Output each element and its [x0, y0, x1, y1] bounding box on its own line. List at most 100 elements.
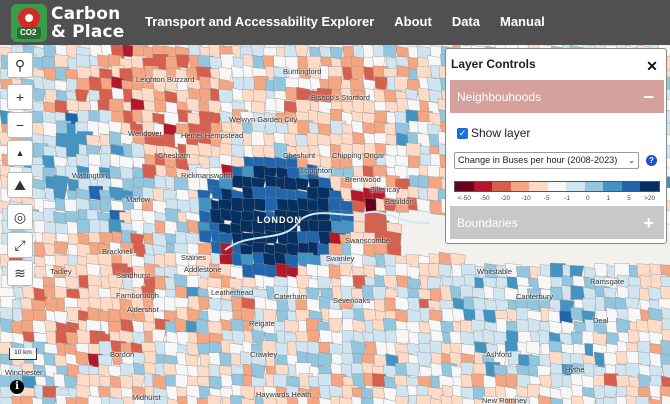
- help-icon[interactable]: ?: [646, 155, 657, 166]
- nav-about[interactable]: About: [394, 14, 432, 29]
- neighbourhood-polygon[interactable]: [185, 97, 200, 112]
- legend-swatch: [473, 182, 493, 191]
- neighbourhood-polygon[interactable]: [394, 395, 410, 404]
- neighbourhood-polygon[interactable]: [395, 329, 410, 344]
- neighbourhood-polygon[interactable]: [207, 99, 222, 114]
- neighbourhood-polygon[interactable]: [75, 53, 91, 69]
- neighbourhood-polygon[interactable]: [42, 396, 57, 404]
- town-label: Leatherhead: [211, 288, 254, 297]
- neighbourhood-polygon[interactable]: [661, 394, 670, 404]
- neighbourhood-polygon[interactable]: [383, 45, 398, 58]
- neighbourhood-polygon[interactable]: [250, 363, 266, 378]
- town-label: Addlestone: [184, 265, 222, 274]
- neighbourhood-polygon[interactable]: [317, 276, 332, 290]
- town-label: Swanley: [326, 254, 355, 263]
- neighbourhood-polygon[interactable]: [151, 328, 166, 343]
- neighbourhood-polygon[interactable]: [65, 331, 79, 346]
- north-arrow-icon[interactable]: ▲: [7, 140, 33, 166]
- neighbourhood-polygon[interactable]: [372, 373, 386, 388]
- neighbourhood-polygon[interactable]: [582, 297, 597, 313]
- top-navbar: CO2 Carbon & Place Transport and Accessa…: [0, 0, 670, 45]
- locate-icon[interactable]: ◎: [7, 204, 33, 230]
- neighbourhood-polygon[interactable]: [374, 76, 389, 91]
- town-label: Welwyn Garden City: [229, 115, 298, 124]
- neighbourhood-polygon[interactable]: [416, 394, 432, 404]
- neighbourhood-polygon[interactable]: [218, 66, 233, 81]
- neighbourhood-polygon[interactable]: [54, 241, 69, 256]
- legend-label: 5: [627, 195, 631, 202]
- app-logo-title[interactable]: Carbon & Place: [51, 5, 125, 41]
- neighbourhood-polygon[interactable]: [460, 362, 475, 376]
- neighbourhood-polygon[interactable]: [647, 286, 662, 301]
- neighbourhood-polygon[interactable]: [273, 373, 289, 389]
- neighbourhood-polygon[interactable]: [251, 45, 266, 57]
- town-label: Crawley: [250, 350, 278, 359]
- neighbourhood-polygon[interactable]: [295, 45, 309, 57]
- fullscreen-icon[interactable]: ⤢: [7, 232, 33, 258]
- nav-transport-explorer[interactable]: Transport and Accessability Explorer: [145, 14, 374, 29]
- neighbourhood-polygon[interactable]: [603, 397, 618, 404]
- neighbourhood-polygon[interactable]: [328, 318, 343, 333]
- zoom-in-icon[interactable]: +: [7, 84, 33, 110]
- neighbourhood-polygon[interactable]: [526, 340, 540, 355]
- neighbourhood-polygon[interactable]: [383, 274, 397, 289]
- neighbourhood-polygon[interactable]: [175, 54, 191, 69]
- neighbourhood-polygon[interactable]: [328, 76, 342, 90]
- metric-select[interactable]: Change in Buses per hour (2008-2023) ⌄: [454, 152, 639, 169]
- neighbourhood-polygon[interactable]: [306, 329, 321, 343]
- town-label: Basildon: [385, 197, 414, 206]
- neighbourhood-polygon[interactable]: [417, 351, 433, 367]
- neighbourhood-polygon[interactable]: [660, 339, 670, 356]
- neighbourhood-polygon[interactable]: [405, 362, 420, 377]
- layers-icon[interactable]: ≋: [7, 260, 33, 286]
- neighbourhood-polygon[interactable]: [231, 143, 246, 158]
- neighbourhood-polygon[interactable]: [240, 219, 254, 233]
- neighbourhood-polygon[interactable]: [206, 394, 222, 404]
- neighbourhood-polygon[interactable]: [75, 351, 90, 366]
- neighbourhood-polygon[interactable]: [604, 384, 618, 398]
- legend-label: -20: [500, 195, 511, 202]
- neighbourhood-polygon[interactable]: [536, 274, 553, 291]
- search-icon[interactable]: ⚲: [7, 52, 33, 78]
- legend-swatch: [492, 182, 511, 191]
- boundaries-label: Boundaries: [457, 215, 518, 230]
- terrain-icon[interactable]: ⛰: [7, 172, 33, 198]
- neighbourhood-polygon[interactable]: [635, 396, 650, 404]
- town-label: Bordon: [110, 350, 135, 359]
- neighbourhood-polygon[interactable]: [108, 397, 125, 404]
- neighbourhood-polygon[interactable]: [339, 262, 353, 277]
- neighbourhood-polygon[interactable]: [350, 65, 365, 80]
- carbon-place-logo-icon[interactable]: CO2: [11, 4, 47, 42]
- nav-data[interactable]: Data: [452, 14, 480, 29]
- neighbourhood-polygon[interactable]: [570, 307, 584, 322]
- close-icon[interactable]: ✕: [645, 59, 659, 73]
- neighbourhood-polygon[interactable]: [296, 87, 311, 102]
- neighbourhood-polygon[interactable]: [659, 286, 670, 300]
- neighbourhoods-section-toggle[interactable]: Neighbouhoods −: [450, 80, 664, 113]
- neighbourhood-polygon[interactable]: [197, 142, 212, 157]
- collapse-icon: −: [643, 86, 654, 107]
- map-toolbar: ⚲ + − ▲ ⛰ ◎ ⤢ ≋: [7, 52, 35, 288]
- neighbourhood-polygon[interactable]: [131, 373, 146, 388]
- show-layer-checkbox[interactable]: ✓: [457, 127, 468, 139]
- neighbourhood-polygon[interactable]: [66, 98, 80, 112]
- zoom-out-icon[interactable]: −: [7, 112, 33, 138]
- nav-manual[interactable]: Manual: [500, 14, 545, 29]
- boundaries-section-toggle[interactable]: Boundaries +: [450, 206, 664, 239]
- neighbourhood-polygon[interactable]: [594, 263, 608, 278]
- neighbourhood-polygon[interactable]: [295, 177, 309, 191]
- show-layer-row[interactable]: ✓ Show layer: [457, 126, 530, 140]
- neighbourhoods-label: Neighbouhoods: [457, 89, 542, 104]
- neighbourhood-polygon[interactable]: [76, 219, 91, 233]
- town-label: Hemel Hempstead: [181, 131, 244, 140]
- scale-bar: 10 km: [9, 348, 37, 360]
- neighbourhood-polygon[interactable]: [63, 374, 78, 389]
- info-icon[interactable]: i: [10, 380, 24, 394]
- neighbourhood-polygon[interactable]: [438, 263, 452, 278]
- neighbourhood-polygon[interactable]: [199, 229, 213, 244]
- town-label: Swanscombe: [345, 236, 391, 245]
- neighbourhood-polygon[interactable]: [394, 296, 410, 312]
- neighbourhood-polygon[interactable]: [394, 75, 409, 91]
- neighbourhood-polygon[interactable]: [75, 88, 89, 103]
- neighbourhood-polygon[interactable]: [0, 396, 14, 404]
